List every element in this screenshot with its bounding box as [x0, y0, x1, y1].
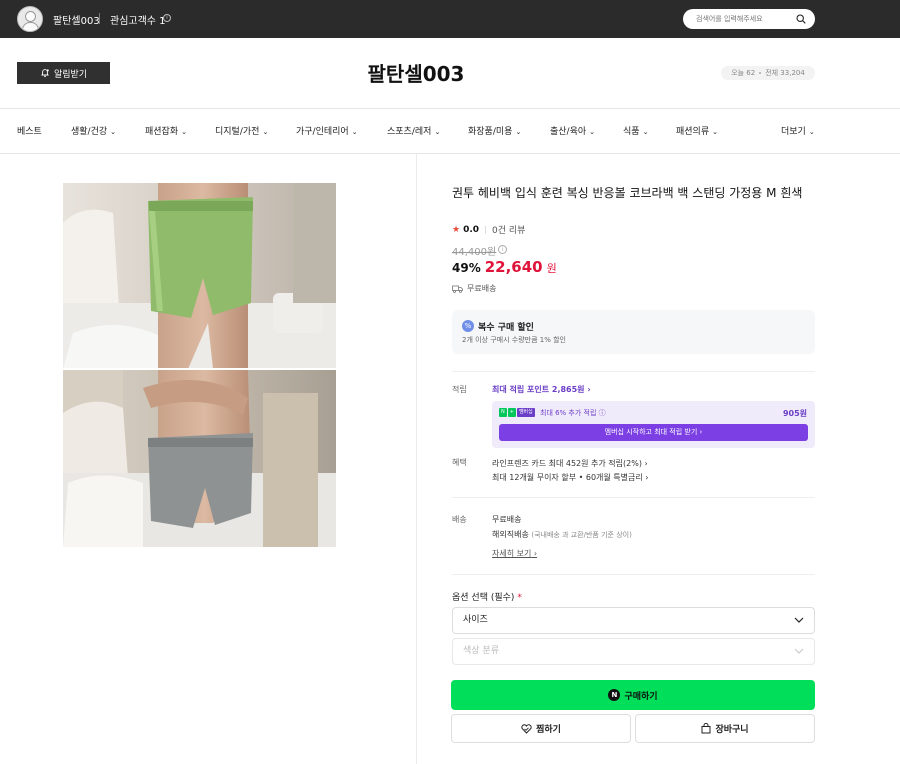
cart-label: 장바구니 [715, 725, 749, 735]
chevron-down-icon [794, 648, 804, 654]
separator-dot [759, 72, 762, 74]
bulk-discount-desc: 2개 이상 구매시 수량만큼 1% 할인 [462, 336, 566, 344]
chevron-down-icon: ⌄ [589, 128, 596, 136]
color-select[interactable]: 색상 분류 [452, 638, 815, 665]
review-count[interactable]: 0건 리뷰 [492, 223, 525, 236]
cart-button[interactable]: 장바구니 [635, 714, 815, 743]
chevron-down-icon: ⌄ [110, 128, 117, 136]
nav-item-best[interactable]: 베스트 [17, 124, 42, 137]
nav-item-sports[interactable]: 스포츠/레저 ⌄ [387, 124, 440, 137]
shipping-info: 무료배송 [452, 283, 496, 294]
info-icon[interactable]: i [498, 245, 507, 254]
product-title: 권투 헤비백 입식 훈련 복싱 반응볼 코브라백 백 스탠딩 가정용 M 흰색 [452, 186, 803, 200]
alarm-label: 알림받기 [53, 68, 88, 79]
nav-border-top [0, 108, 900, 109]
nav-item-furniture[interactable]: 가구/인테리어 ⌄ [296, 124, 358, 137]
visitor-counter: 오늘 62 전체 33,204 [721, 66, 815, 80]
size-select[interactable]: 사이즈 [452, 607, 815, 634]
chevron-down-icon: ⌄ [712, 128, 718, 136]
bulk-discount-box: % 복수 구매 할인 2개 이상 구매시 수량만큼 1% 할인 [452, 310, 815, 354]
card-benefit-link[interactable]: 라인프렌즈 카드 최대 452원 추가 적립(2%) › [492, 458, 648, 469]
chevron-down-icon: ⌄ [515, 128, 522, 136]
installment-benefit-link[interactable]: 최대 12개월 무이자 할부 • 60개월 특별금리 › [492, 472, 649, 483]
divider [452, 371, 815, 372]
delivery-free: 무료배송 [492, 515, 522, 524]
extra-points-text: 최대 6% 추가 적립 ⓘ [540, 409, 606, 417]
heart-icon [521, 723, 532, 734]
shopping-bag-icon [701, 723, 711, 734]
color-select-placeholder: 색상 분류 [463, 646, 499, 656]
delivery-label: 배송 [452, 515, 467, 524]
rating-row[interactable]: ★ 0.0 0건 리뷰 [452, 223, 525, 237]
npay-membership-badge: N + 멤버십 [499, 408, 535, 417]
store-avatar[interactable] [17, 6, 43, 32]
nav-more[interactable]: 더보기 ⌄ [781, 124, 815, 137]
alarm-button[interactable]: 알림받기 [17, 62, 110, 84]
delivery-detail-link[interactable]: 자세히 보기 › [492, 548, 537, 559]
divider [485, 225, 487, 234]
search-input[interactable] [696, 12, 791, 26]
product-image[interactable] [63, 183, 336, 547]
buy-label: 구매하기 [624, 691, 658, 702]
chevron-down-icon: ⌄ [434, 128, 441, 136]
discount-rate: 49% [452, 261, 481, 275]
points-label: 적립 [452, 385, 467, 394]
chevron-down-icon: ⌄ [262, 128, 269, 136]
chevron-down-icon: ⌄ [808, 128, 815, 136]
top-bar: 팔탄셀003 관심고객수 1 i [0, 0, 900, 38]
option-label: 옵션 선택 (필수) * [452, 593, 522, 603]
divider [452, 574, 815, 575]
divider [99, 13, 100, 24]
nav-item-fashion-clothing[interactable]: 패션의류 ⌄ [676, 124, 718, 137]
rating-score: 0.0 [463, 224, 480, 235]
follower-count: 관심고객수 1 [110, 16, 166, 27]
currency-label: 원 [546, 262, 557, 275]
membership-points-box: N + 멤버십 최대 6% 추가 적립 ⓘ 905원 멤버십 시작하고 최대 적립 … [492, 401, 815, 448]
wishlist-button[interactable]: 찜하기 [451, 714, 631, 743]
store-brand-title[interactable]: 팔탄셀003 [316, 58, 516, 87]
extra-points-amount: 905원 [782, 409, 807, 418]
price-row: 49% 22,640 원 [452, 258, 557, 276]
bulk-discount-title: 복수 구매 할인 [478, 323, 534, 333]
chevron-down-icon [794, 617, 804, 623]
nav-item-fashion-goods[interactable]: 패션잡화 ⌄ [145, 124, 187, 137]
visitors-today: 오늘 62 [731, 69, 756, 77]
store-name[interactable]: 팔탄셀003 [53, 12, 100, 27]
original-price: 44,400원 [452, 247, 497, 258]
discount-icon: % [462, 320, 474, 332]
divider [452, 497, 815, 498]
chevron-down-icon: ⌄ [351, 128, 358, 136]
delivery-overseas: 해외직배송 (국내배송 과 교환/반품 기준 상이) [492, 530, 632, 539]
benefit-label: 혜택 [452, 458, 467, 467]
nav-item-living-health[interactable]: 생활/건강 ⌄ [71, 124, 116, 137]
membership-start-button[interactable]: 멤버십 시작하고 최대 적립 받기 › [499, 424, 808, 441]
star-icon: ★ [452, 224, 461, 235]
nav-border-bottom [0, 153, 900, 154]
search-icon[interactable] [796, 14, 806, 24]
chevron-down-icon: ⌄ [181, 128, 187, 136]
nav-item-digital[interactable]: 디지털/가전 ⌄ [215, 124, 268, 137]
size-select-value: 사이즈 [463, 615, 488, 625]
truck-icon [452, 285, 463, 293]
wishlist-label: 찜하기 [536, 725, 561, 735]
npay-logo-icon: N [608, 689, 621, 701]
chevron-down-icon: ⌄ [642, 128, 649, 136]
info-icon[interactable]: i [163, 14, 171, 22]
nav-item-food[interactable]: 식품 ⌄ [623, 124, 648, 137]
buy-button[interactable]: N 구매하기 [451, 680, 815, 710]
visitors-total: 전체 33,204 [765, 69, 805, 77]
bell-icon [41, 69, 49, 78]
nav-item-beauty[interactable]: 화장품/미용 ⌄ [468, 124, 521, 137]
sale-price: 22,640 [484, 258, 543, 276]
max-points-link[interactable]: 최대 적립 포인트 2,865원 › [492, 384, 591, 395]
column-divider [416, 154, 417, 764]
search-box[interactable] [683, 9, 815, 29]
shipping-label: 무료배송 [467, 284, 497, 293]
nav-item-baby[interactable]: 출산/육아 ⌄ [550, 124, 595, 137]
